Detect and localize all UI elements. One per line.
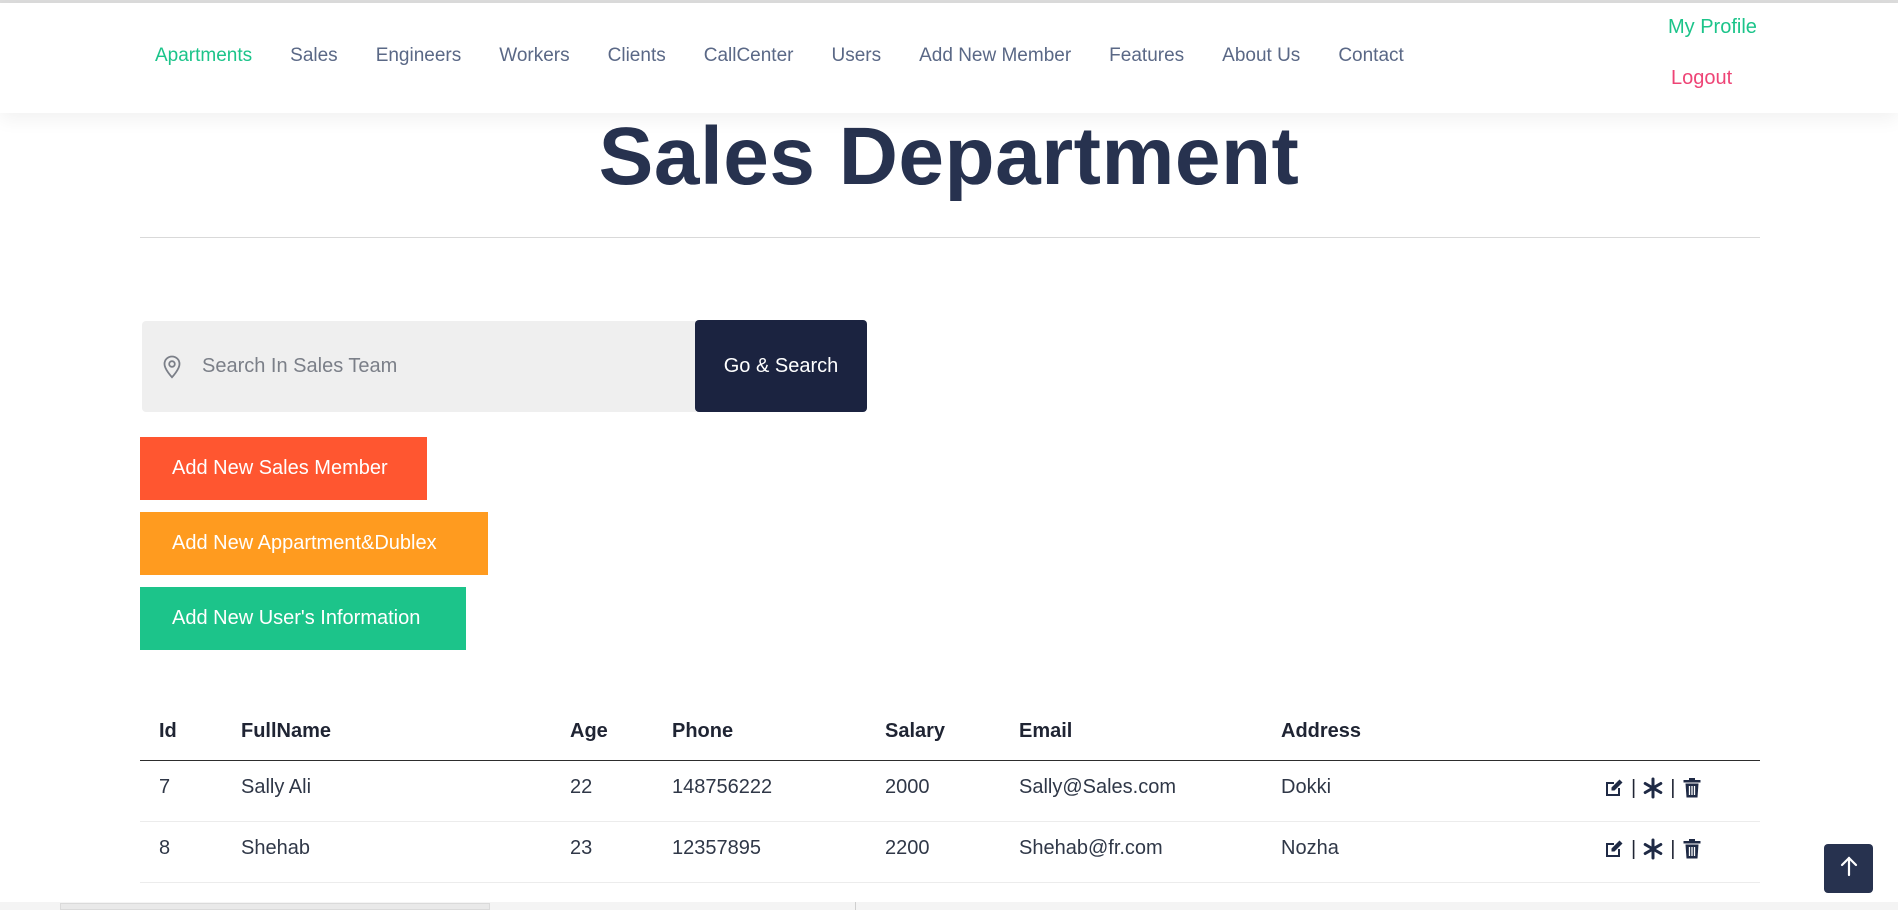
arrow-up-icon xyxy=(1839,855,1859,882)
map-pin-icon xyxy=(161,354,183,380)
trash-icon[interactable] xyxy=(1680,837,1704,861)
nav-item-add-new-member[interactable]: Add New Member xyxy=(919,45,1071,67)
action-separator: | xyxy=(1670,837,1676,860)
nav-item-features[interactable]: Features xyxy=(1109,45,1184,67)
add-apartment-button[interactable]: Add New Appartment&Dublex xyxy=(140,512,488,575)
action-separator: | xyxy=(1631,837,1637,860)
header-age: Age xyxy=(570,720,608,742)
cell-address: Dokki xyxy=(1281,776,1332,798)
edit-icon[interactable] xyxy=(1602,776,1626,800)
cell-age: 23 xyxy=(570,837,593,859)
nav-links: Apartments Sales Engineers Workers Clien… xyxy=(155,45,1442,67)
navbar: Apartments Sales Engineers Workers Clien… xyxy=(0,3,1898,113)
go-search-button[interactable]: Go & Search xyxy=(695,320,867,412)
table-header: Id FullName Age Phone Salary Email Addre… xyxy=(140,705,1760,761)
cell-fullname: Shehab xyxy=(241,837,310,859)
asterisk-icon[interactable] xyxy=(1641,837,1665,861)
cell-id: 7 xyxy=(159,776,171,798)
add-user-info-button[interactable]: Add New User's Information xyxy=(140,587,466,650)
header-email: Email xyxy=(1019,720,1073,742)
header-salary: Salary xyxy=(885,720,946,742)
header-phone: Phone xyxy=(672,720,734,742)
cell-age: 22 xyxy=(570,776,593,798)
nav-item-sales[interactable]: Sales xyxy=(290,45,338,67)
header-address: Address xyxy=(1281,720,1362,742)
header-fullname: FullName xyxy=(241,720,332,742)
nav-item-engineers[interactable]: Engineers xyxy=(376,45,462,67)
action-separator: | xyxy=(1670,776,1676,799)
cell-address: Nozha xyxy=(1281,837,1339,859)
my-profile-link[interactable]: My Profile xyxy=(1668,16,1757,39)
search-input[interactable] xyxy=(202,355,672,378)
cell-phone: 148756222 xyxy=(672,776,773,798)
add-sales-member-button[interactable]: Add New Sales Member xyxy=(140,437,427,500)
row-actions: | | xyxy=(1602,837,1704,861)
table-row: 7 Sally Ali 22 148756222 2000 Sally@Sale… xyxy=(140,761,1760,822)
cell-salary: 2200 xyxy=(885,837,930,859)
cell-email: Sally@Sales.com xyxy=(1019,776,1177,798)
nav-item-about-us[interactable]: About Us xyxy=(1222,45,1300,67)
bottom-scrollbar-thumb[interactable] xyxy=(60,903,490,910)
nav-item-clients[interactable]: Clients xyxy=(608,45,666,67)
search-box xyxy=(142,321,696,412)
cell-email: Shehab@fr.com xyxy=(1019,837,1163,859)
edit-icon[interactable] xyxy=(1602,837,1626,861)
header-id: Id xyxy=(159,720,177,742)
table-row: 8 Shehab 23 12357895 2200 Shehab@fr.com … xyxy=(140,822,1760,883)
nav-item-callcenter[interactable]: CallCenter xyxy=(704,45,794,67)
logout-link[interactable]: Logout xyxy=(1671,67,1732,90)
cell-salary: 2000 xyxy=(885,776,930,798)
sales-table: Id FullName Age Phone Salary Email Addre… xyxy=(140,705,1760,883)
nav-item-apartments[interactable]: Apartments xyxy=(155,45,252,67)
cell-phone: 12357895 xyxy=(672,837,761,859)
cell-id: 8 xyxy=(159,837,171,859)
nav-item-users[interactable]: Users xyxy=(831,45,881,67)
nav-item-contact[interactable]: Contact xyxy=(1338,45,1403,67)
cell-fullname: Sally Ali xyxy=(241,776,312,798)
asterisk-icon[interactable] xyxy=(1641,776,1665,800)
scroll-to-top-button[interactable] xyxy=(1824,844,1873,893)
row-actions: | | xyxy=(1602,776,1704,800)
title-divider xyxy=(140,237,1760,238)
nav-item-workers[interactable]: Workers xyxy=(499,45,569,67)
trash-icon[interactable] xyxy=(1680,776,1704,800)
page-title: Sales Department xyxy=(598,111,1300,202)
action-separator: | xyxy=(1631,776,1637,799)
bottom-divider xyxy=(855,902,856,910)
